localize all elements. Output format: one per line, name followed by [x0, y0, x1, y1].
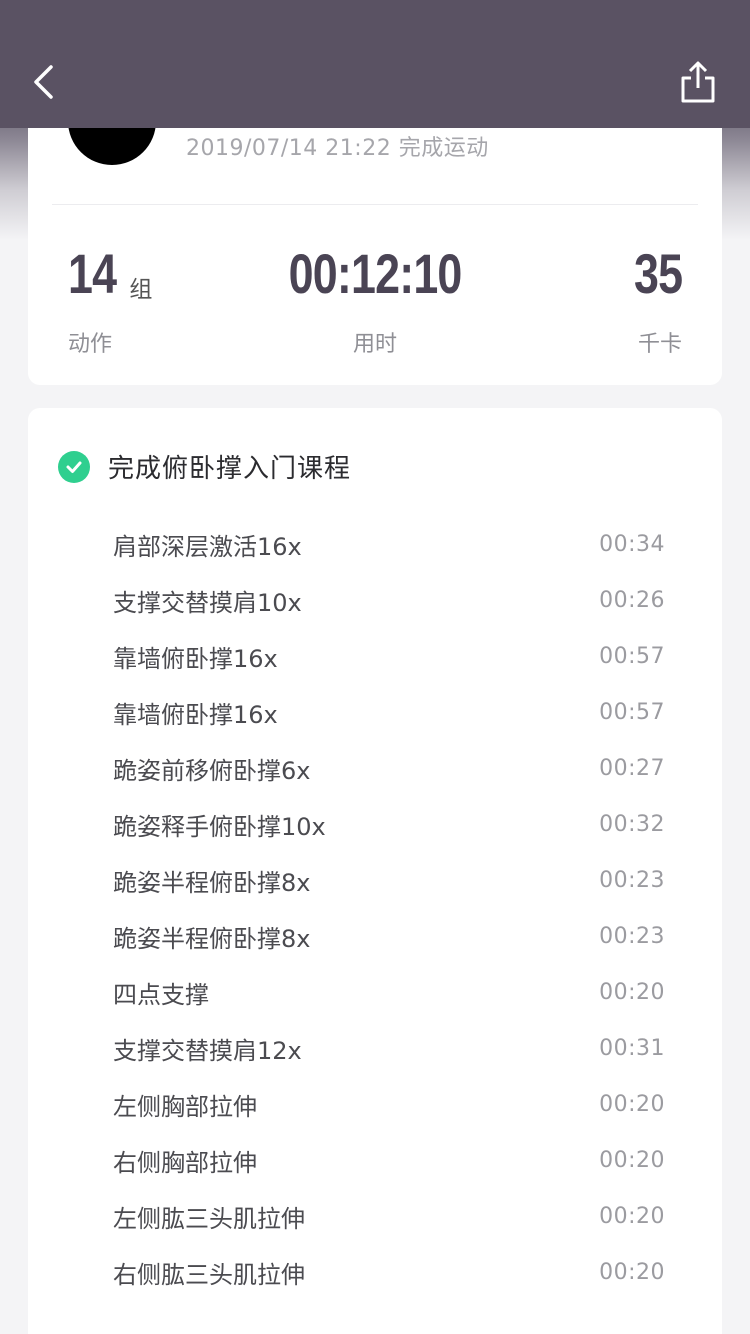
- exercise-name: 跪姿半程俯卧撑8x: [113, 868, 311, 897]
- exercise-time: 00:20: [599, 979, 665, 1005]
- check-circle-icon: [58, 450, 90, 483]
- exercise-name: 肩部深层激活16x: [113, 532, 302, 561]
- exercise-time: 00:57: [599, 643, 665, 669]
- exercise-time: 00:23: [599, 867, 665, 893]
- exercise-name: 靠墙俯卧撑16x: [113, 644, 278, 673]
- exercise-name: 跪姿半程俯卧撑8x: [113, 924, 311, 953]
- exercise-time: 00:27: [599, 755, 665, 781]
- exercise-name: 四点支撑: [113, 980, 209, 1009]
- list-item[interactable]: 左侧肱三头肌拉伸 00:20: [113, 1188, 665, 1244]
- exercise-time: 00:34: [599, 531, 665, 557]
- duration-value: 00:12:10: [288, 242, 463, 305]
- list-item[interactable]: 右侧胸部拉伸 00:20: [113, 1132, 665, 1188]
- exercise-time: 00:20: [599, 1091, 665, 1117]
- stat-calories: 35 千卡: [622, 242, 683, 358]
- exercise-list: 肩部深层激活16x 00:34 支撑交替摸肩10x 00:26 靠墙俯卧撑16x 00:5…: [113, 516, 665, 1300]
- divider: [52, 204, 698, 205]
- list-item[interactable]: 支撑交替摸肩12x 00:31: [113, 1020, 665, 1076]
- exercise-name: 跪姿释手俯卧撑10x: [113, 812, 326, 841]
- exercise-name: 跪姿前移俯卧撑6x: [113, 756, 311, 785]
- exercise-name: 支撑交替摸肩12x: [113, 1036, 302, 1065]
- chevron-left-icon: [29, 62, 59, 106]
- exercise-time: 00:20: [599, 1203, 665, 1229]
- list-item[interactable]: 四点支撑 00:20: [113, 964, 665, 1020]
- course-title: 完成俯卧撑入门课程: [108, 454, 352, 484]
- list-item[interactable]: 肩部深层激活16x 00:34: [113, 516, 665, 572]
- calories-label: 千卡: [637, 332, 682, 357]
- exercise-name: 靠墙俯卧撑16x: [113, 700, 278, 729]
- list-item[interactable]: 靠墙俯卧撑16x 00:57: [113, 684, 665, 740]
- exercise-time: 00:32: [599, 811, 665, 837]
- exercise-time: 00:26: [599, 587, 665, 613]
- exercise-time: 00:20: [599, 1259, 665, 1285]
- exercise-time: 00:31: [599, 1035, 665, 1061]
- list-item[interactable]: 靠墙俯卧撑16x 00:57: [113, 628, 665, 684]
- exercise-time: 00:57: [599, 699, 665, 725]
- back-button[interactable]: [20, 60, 68, 108]
- exercise-name: 左侧胸部拉伸: [113, 1092, 257, 1121]
- exercise-name: 支撑交替摸肩10x: [113, 588, 302, 617]
- stat-duration: 00:12:10 用时: [28, 242, 722, 358]
- list-item[interactable]: 跪姿前移俯卧撑6x 00:27: [113, 740, 665, 796]
- list-item[interactable]: 跪姿释手俯卧撑10x 00:32: [113, 796, 665, 852]
- calories-value: 35: [633, 242, 683, 305]
- course-header: 完成俯卧撑入门课程: [58, 448, 351, 485]
- list-item[interactable]: 支撑交替摸肩10x 00:26: [113, 572, 665, 628]
- nav-bar: [0, 0, 750, 128]
- exercise-time: 00:23: [599, 923, 665, 949]
- exercise-time: 00:20: [599, 1147, 665, 1173]
- exercise-name: 左侧肱三头肌拉伸: [113, 1204, 305, 1233]
- completed-timestamp: 2019/07/14 21:22 完成运动: [186, 136, 489, 161]
- list-item[interactable]: 跪姿半程俯卧撑8x 00:23: [113, 852, 665, 908]
- duration-label: 用时: [352, 332, 397, 357]
- list-item[interactable]: 左侧胸部拉伸 00:20: [113, 1076, 665, 1132]
- list-item[interactable]: 跪姿半程俯卧撑8x 00:23: [113, 908, 665, 964]
- list-item[interactable]: 右侧肱三头肌拉伸 00:20: [113, 1244, 665, 1300]
- exercise-name: 右侧肱三头肌拉伸: [113, 1260, 305, 1289]
- share-button[interactable]: [674, 60, 722, 108]
- share-icon: [678, 60, 718, 108]
- course-card: 完成俯卧撑入门课程 肩部深层激活16x 00:34 支撑交替摸肩10x 00:26 靠墙…: [28, 408, 722, 1334]
- exercise-name: 右侧胸部拉伸: [113, 1148, 257, 1177]
